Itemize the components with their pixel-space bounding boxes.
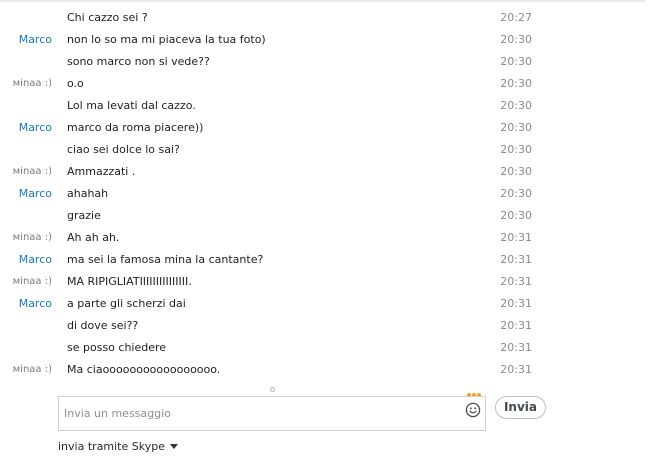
typing-dots-icon (467, 387, 483, 397)
send-via-label: invia tramite Skype (58, 440, 165, 453)
top-divider (0, 0, 664, 2)
message-timestamp: 20:30 (500, 187, 532, 200)
message-sender[interactable]: Marco (0, 249, 52, 271)
message-timestamp: 20:31 (500, 275, 532, 288)
message-text: Chi cazzo sei ? (67, 11, 148, 24)
message-timestamp: 20:30 (500, 165, 532, 178)
message-timestamp: 20:31 (500, 319, 532, 332)
message-row[interactable]: мinaa :) Ah ah ah. 20:31 (0, 227, 644, 249)
message-text: ahahah (67, 187, 109, 200)
message-row[interactable]: мinaa :) Ma ciaooooooooooooooooo. 20:31 (0, 359, 644, 381)
message-row[interactable]: мinaa :) Ammazzati . 20:30 (0, 161, 644, 183)
message-row[interactable]: Marco marco da roma piacere)) 20:30 (0, 117, 644, 139)
message-text: a parte gli scherzi dai (67, 297, 186, 310)
message-text: Lol ma levati dal cazzo. (67, 99, 196, 112)
scrollbar-track[interactable] (645, 0, 664, 382)
message-list[interactable]: Chi cazzo sei ? 20:27 Marco non lo so ma mi… (0, 7, 644, 381)
message-sender[interactable]: Marco (0, 183, 52, 205)
message-sender: мinaa :) (12, 364, 52, 375)
message-sender[interactable]: Marco (0, 117, 52, 139)
message-text: Ma ciaooooooooooooooooo. (67, 363, 221, 376)
message-sender: мinaa :) (12, 232, 52, 243)
message-row[interactable]: ciao sei dolce lo sai? 20:30 (0, 139, 644, 161)
message-timestamp: 20:31 (500, 231, 532, 244)
message-row[interactable]: Marco ahahah 20:30 (0, 183, 644, 205)
message-row[interactable]: Marco ma sei la famosa mina la cantante? 2… (0, 249, 644, 271)
message-sender: мinaa :) (12, 78, 52, 89)
message-row[interactable]: Chi cazzo sei ? 20:27 (0, 7, 644, 29)
message-row[interactable]: se posso chiedere 20:31 (0, 337, 644, 359)
message-timestamp: 20:27 (500, 11, 532, 24)
message-timestamp: 20:30 (500, 121, 532, 134)
message-row[interactable]: sono marco non si vede?? 20:30 (0, 51, 644, 73)
chevron-down-icon (169, 443, 178, 449)
message-sender: мinaa :) (12, 276, 52, 287)
message-row[interactable]: Marco a parte gli scherzi dai 20:31 (0, 293, 644, 315)
message-timestamp: 20:30 (500, 209, 532, 222)
message-timestamp: 20:31 (500, 341, 532, 354)
message-row[interactable]: Marco non lo so ma mi piaceva la tua foto… (0, 29, 644, 51)
send-button[interactable]: Invia (495, 396, 546, 419)
message-timestamp: 20:31 (500, 297, 532, 310)
message-input[interactable] (64, 401, 454, 425)
message-timestamp: 20:30 (500, 77, 532, 90)
message-text: Ah ah ah. (67, 231, 120, 244)
chat-window: Chi cazzo sei ? 20:27 Marco non lo so ma mi… (0, 0, 664, 460)
message-text: grazie (67, 209, 101, 222)
message-text: o.o (67, 77, 84, 90)
message-row[interactable]: di dove sei?? 20:31 (0, 315, 644, 337)
message-row[interactable]: grazie 20:30 (0, 205, 644, 227)
message-text: marco da roma piacere)) (67, 121, 204, 134)
message-timestamp: 20:30 (500, 55, 532, 68)
resize-handle-icon[interactable] (270, 387, 275, 392)
message-sender: мinaa :) (12, 166, 52, 177)
message-text: di dove sei?? (67, 319, 139, 332)
message-row[interactable]: мinaa :) o.o 20:30 (0, 73, 644, 95)
message-timestamp: 20:30 (500, 143, 532, 156)
send-via-dropdown[interactable]: invia tramite Skype (58, 439, 178, 455)
smiley-icon[interactable] (465, 402, 481, 418)
message-timestamp: 20:31 (500, 363, 532, 376)
message-text: MA RIPIGLIATIIIIIIIIIIIIIII. (67, 275, 192, 288)
message-text: ciao sei dolce lo sai? (67, 143, 180, 156)
message-text: non lo so ma mi piaceva la tua foto) (67, 33, 266, 46)
message-sender[interactable]: Marco (0, 293, 52, 315)
message-timestamp: 20:30 (500, 99, 532, 112)
message-text: ma sei la famosa mina la cantante? (67, 253, 264, 266)
message-text: sono marco non si vede?? (67, 55, 210, 68)
smiley-icon-graphic (465, 402, 481, 418)
compose-box (58, 396, 486, 431)
message-timestamp: 20:31 (500, 253, 532, 266)
message-timestamp: 20:30 (500, 33, 532, 46)
message-text: Ammazzati . (67, 165, 136, 178)
message-text: se posso chiedere (67, 341, 167, 354)
message-row[interactable]: Lol ma levati dal cazzo. 20:30 (0, 95, 644, 117)
message-sender[interactable]: Marco (0, 29, 52, 51)
message-row[interactable]: мinaa :) MA RIPIGLIATIIIIIIIIIIIIIII. 20:3… (0, 271, 644, 293)
